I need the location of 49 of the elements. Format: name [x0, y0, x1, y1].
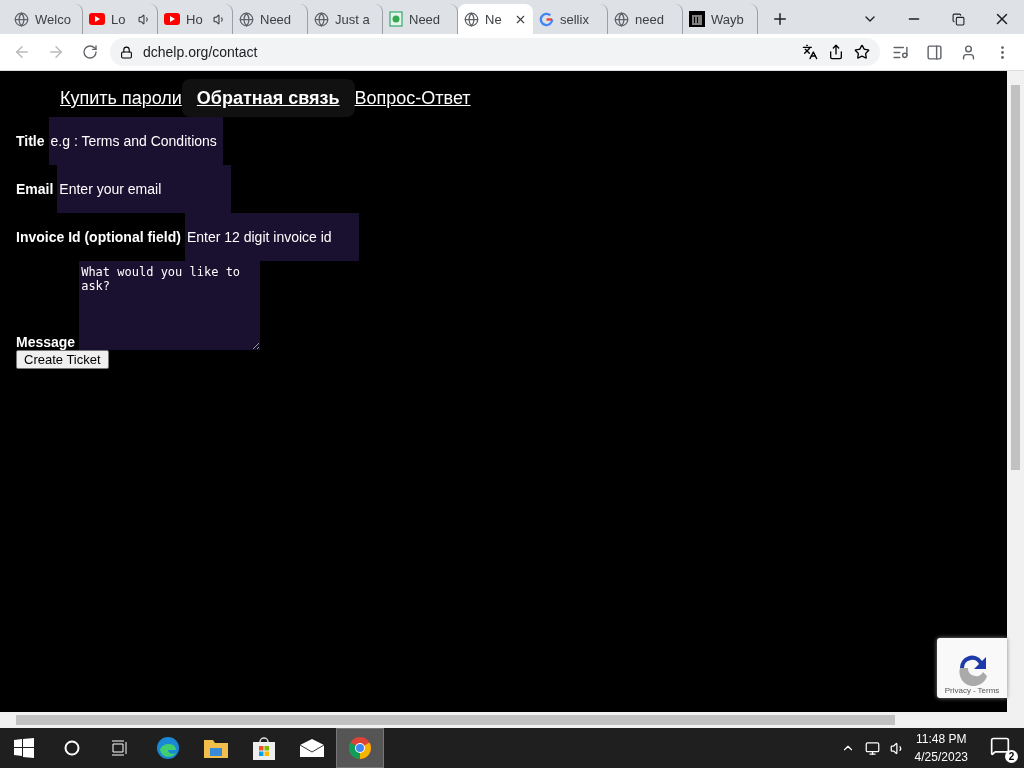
shopping-bag-icon[interactable]	[253, 736, 275, 760]
input-field[interactable]: e.g : Terms and Conditions	[48, 117, 223, 165]
separator-text: -	[972, 686, 976, 695]
play-icon	[89, 13, 105, 25]
multicolor-g-icon	[539, 11, 554, 27]
share-icon[interactable]	[828, 44, 844, 60]
field-label: Message	[16, 334, 76, 350]
new-tab-icon[interactable]	[771, 10, 789, 28]
message-field[interactable]: What would you like to ask?	[79, 261, 261, 350]
spreadsheet-icon	[389, 11, 403, 27]
reload-icon[interactable]	[82, 44, 98, 60]
lock-icon	[120, 45, 133, 59]
windows-logo-icon[interactable]	[14, 738, 34, 758]
globe-icon	[239, 11, 254, 27]
play-icon	[164, 13, 180, 25]
horizontal-scrollbar[interactable]	[0, 712, 1024, 728]
field-label: Invoice Id (optional field)	[16, 229, 181, 245]
browser-tab[interactable]: Ne	[458, 4, 533, 34]
network-icon[interactable]	[864, 740, 880, 756]
field-label: Title	[16, 133, 45, 149]
clock-date: 4/25/2023	[914, 750, 968, 764]
round-logo-icon[interactable]	[348, 736, 372, 760]
globe-icon	[14, 11, 29, 27]
folder-icon[interactable]	[204, 738, 228, 758]
create-ticket-button[interactable]: Create Ticket	[16, 350, 109, 369]
wave-logo-icon[interactable]	[156, 736, 180, 760]
vertical-scrollbar[interactable]	[1007, 71, 1024, 712]
envelope-icon[interactable]	[300, 739, 324, 757]
restore-icon[interactable]	[951, 12, 965, 26]
field-label: Email	[16, 181, 54, 197]
translate-icon[interactable]	[802, 44, 818, 60]
columns-icon	[689, 11, 705, 27]
nav-link[interactable]: Купить пароли	[60, 79, 182, 117]
clock-time: 11:48 PM	[916, 732, 967, 746]
star-icon[interactable]	[854, 44, 870, 60]
side-panel-icon[interactable]	[925, 43, 943, 61]
globe-icon	[464, 11, 479, 27]
nav-link[interactable]: Обратная связь	[181, 79, 355, 117]
address-bar[interactable]: dchelp.org/contact	[110, 38, 880, 66]
task-view-icon[interactable]	[111, 740, 129, 756]
privacy-link[interactable]: Privacy	[944, 686, 971, 695]
nav-link[interactable]: Вопрос-Ответ	[354, 79, 471, 117]
globe-icon	[314, 11, 329, 27]
terms-link[interactable]: Terms	[977, 686, 1000, 695]
circle-icon[interactable]	[64, 740, 80, 756]
input-field[interactable]: Enter 12 digit invoice id	[184, 213, 359, 261]
url-text: dchelp.org/contact	[143, 44, 259, 60]
globe-icon	[614, 11, 629, 27]
input-field[interactable]: Enter your email	[57, 165, 232, 213]
